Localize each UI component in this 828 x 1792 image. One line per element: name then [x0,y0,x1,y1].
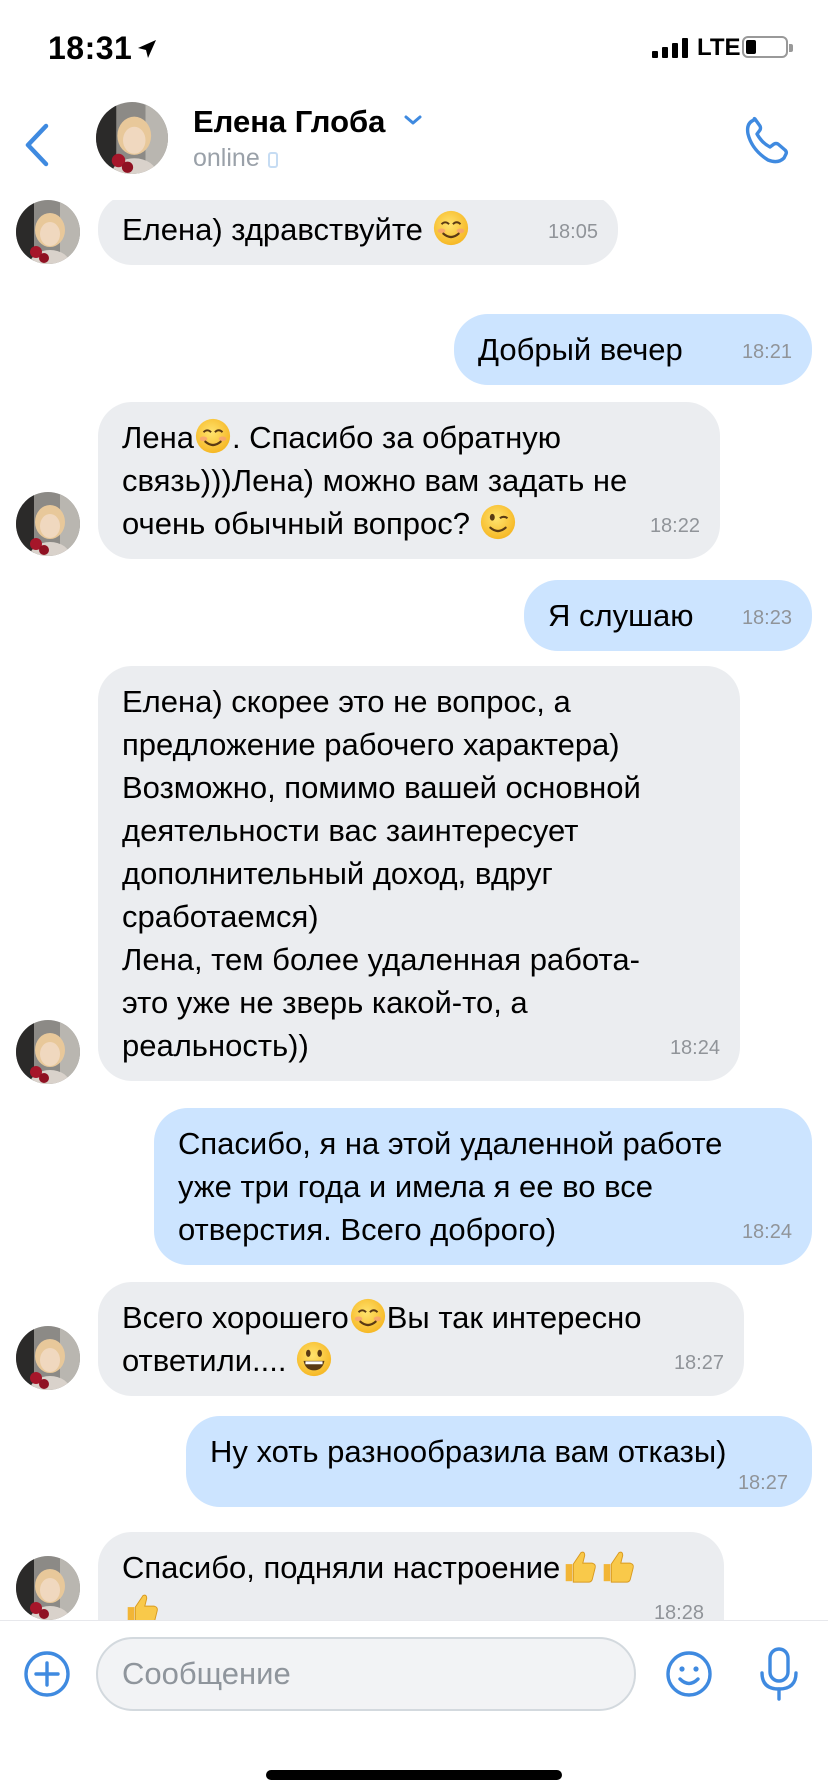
contact-presence: online [193,144,278,173]
composer-bar: Сообщение [0,1620,828,1731]
status-time: 18:31 [48,30,133,66]
smiling-face-emoji [432,209,470,247]
sender-avatar[interactable] [16,200,80,264]
smiling-face-emoji [349,1297,387,1335]
message-bubble[interactable]: Елена) скорее это не вопрос, а предложен… [98,666,740,1081]
message-time: 18:27 [673,1352,724,1374]
plus-circle-icon[interactable] [22,1649,72,1699]
message-time: 18:23 [741,607,792,629]
sender-avatar[interactable] [16,1556,80,1620]
message-time: 18:24 [669,1037,720,1059]
grinning-face-emoji [295,1340,333,1378]
phone-icon[interactable] [742,116,792,166]
message-time: 18:24 [741,1221,792,1243]
thumbs-up-emoji [598,1547,636,1585]
message-bubble[interactable]: Лена. Спасибо за обратную связь)))Лена) … [98,402,720,559]
message-time: 18:05 [547,221,598,243]
home-indicator[interactable] [266,1770,562,1780]
message-bubble[interactable]: Спасибо, подняли настроение 18:28 [98,1532,724,1620]
sender-avatar[interactable] [16,1326,80,1390]
message-time: 18:28 [653,1602,704,1620]
battery-icon [742,36,793,58]
message-input[interactable]: Сообщение [96,1637,636,1711]
mobile-device-icon [267,152,278,168]
network-label: LTE [697,34,741,61]
winking-face-emoji [479,503,517,541]
chat-header: Елена Глоба online [0,100,828,200]
smiling-face-emoji [194,417,232,455]
message-time: 18:27 [737,1472,788,1494]
message-time: 18:22 [649,515,700,537]
sender-avatar[interactable] [16,1020,80,1084]
message-bubble[interactable]: Ну хоть разнообразила вам отказы) 18:27 [186,1416,812,1507]
sender-avatar[interactable] [16,492,80,556]
chevron-down-icon[interactable] [403,114,423,126]
message-bubble[interactable]: Добрый вечер 18:21 [454,314,812,385]
message-bubble[interactable]: Я слушаю 18:23 [524,580,812,651]
message-list[interactable]: Елена) здравствуйте 18:05 Добрый вечер 1… [0,200,828,1620]
contact-avatar[interactable] [96,102,168,174]
thumbs-up-emoji [560,1547,598,1585]
message-bubble[interactable]: Елена) здравствуйте 18:05 [98,200,618,265]
status-bar: 18:31 LTE [0,0,828,100]
location-arrow-icon [138,40,156,58]
thumbs-up-emoji [122,1590,160,1620]
message-bubble[interactable]: Всего хорошего Вы так интересно ответили.… [98,1282,744,1396]
signal-icon [652,38,688,58]
microphone-icon[interactable] [756,1645,802,1705]
message-bubble[interactable]: Спасибо, я на этой удаленной работе уже … [154,1108,812,1265]
contact-name[interactable]: Елена Глоба [193,104,385,140]
back-chevron-icon[interactable] [18,120,58,170]
message-time: 18:21 [741,341,792,363]
smiley-icon[interactable] [664,1649,714,1699]
